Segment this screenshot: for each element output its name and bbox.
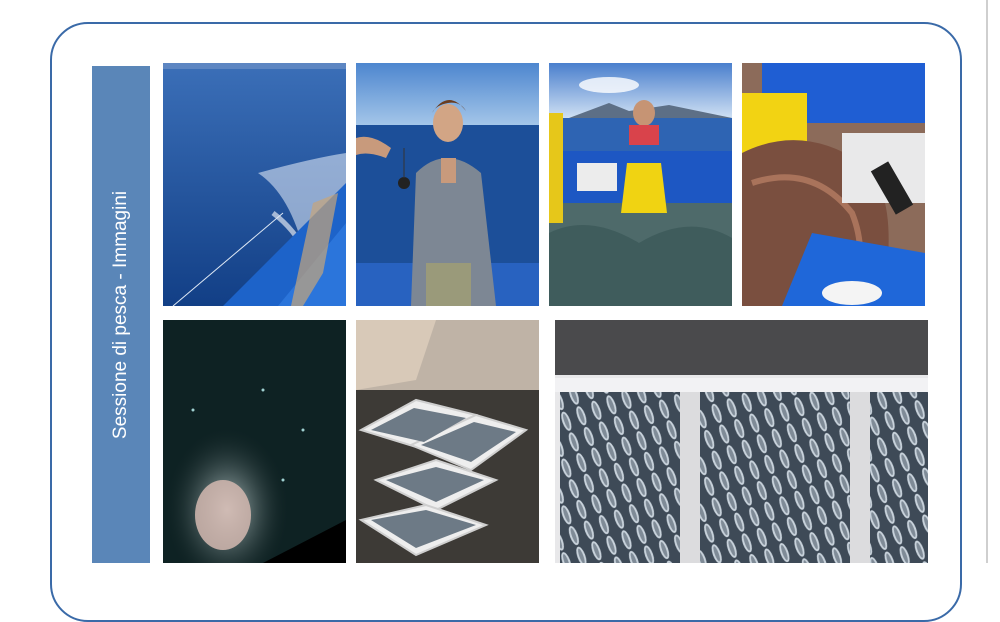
sidebar-banner: Sessione di pesca - Immagini [92, 66, 150, 563]
section-title: Sessione di pesca - Immagini [110, 190, 131, 439]
nets-on-deck-photo [742, 63, 925, 306]
fish-crates-photo [356, 320, 539, 563]
night-fishing-photo [163, 320, 346, 563]
fisherman-nets-photo [549, 63, 732, 306]
anchovy-crates-photo [555, 320, 928, 563]
sea-boat-wake-photo [163, 63, 346, 306]
page-edge-divider [986, 0, 988, 563]
fisherman-portrait-photo [356, 63, 539, 306]
